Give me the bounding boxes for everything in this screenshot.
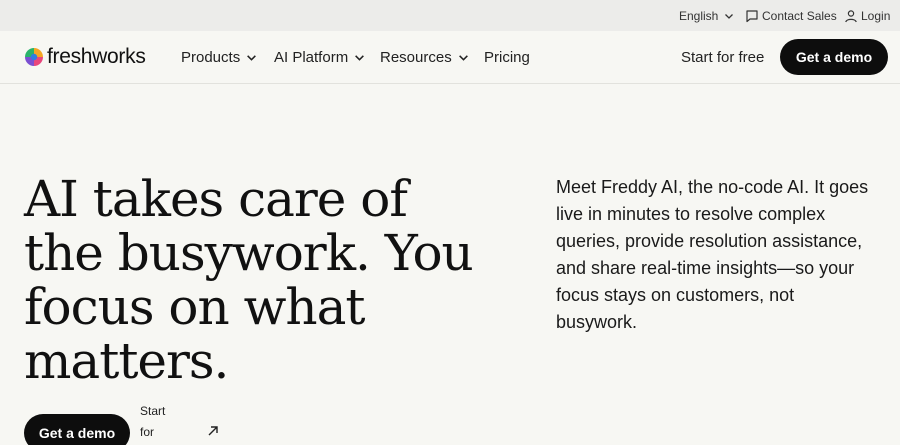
nav-item-label: Resources	[380, 49, 452, 66]
hero-title-line: matters.	[24, 332, 229, 390]
hero-title: AI takes care of the busywork. You focus…	[24, 172, 524, 388]
hero-title-line: focus on what	[24, 278, 365, 336]
login-label: Login	[861, 8, 891, 23]
freshworks-logo[interactable]: freshworks	[24, 45, 146, 68]
hero-start-for-free-link[interactable]: Start for	[140, 401, 180, 443]
chevron-down-icon	[725, 13, 734, 19]
hero-get-a-demo-button[interactable]: Get a demo	[24, 414, 130, 445]
hero-description: Meet Freddy AI, the no-code AI. It goes …	[556, 177, 869, 332]
user-icon	[845, 9, 857, 22]
language-selector[interactable]: English	[679, 0, 734, 31]
get-a-demo-button[interactable]: Get a demo	[780, 39, 888, 75]
cta-start-line: for	[140, 425, 155, 439]
chevron-down-icon	[247, 55, 257, 61]
nav-item-label: AI Platform	[274, 49, 349, 66]
nav-item-ai-platform[interactable]: AI Platform	[274, 31, 365, 84]
login-link[interactable]: Login	[844, 0, 890, 31]
chevron-down-icon	[355, 55, 365, 61]
utility-bar: English Contact Sales Login	[0, 0, 900, 31]
cta-start-line: Start	[140, 404, 166, 418]
nav-item-label: Products	[181, 49, 241, 66]
nav-item-resources[interactable]: Resources	[380, 31, 469, 84]
contact-sales-label: Contact Sales	[762, 8, 837, 23]
start-for-free-link[interactable]: Start for free	[681, 31, 764, 84]
nav-item-products[interactable]: Products	[181, 31, 257, 84]
arrow-up-right-icon[interactable]	[206, 424, 220, 438]
logo-text: freshworks	[47, 45, 146, 68]
freshworks-logo-icon	[25, 48, 43, 66]
nav-item-label: Pricing	[484, 49, 530, 66]
hero-title-line: the busywork. You	[24, 224, 474, 282]
main-navigation: freshworks Products AI Platform Resource…	[0, 31, 900, 84]
contact-sales-link[interactable]: Contact Sales	[745, 0, 837, 31]
chevron-down-icon	[458, 55, 468, 61]
language-label: English	[679, 8, 719, 23]
nav-item-pricing[interactable]: Pricing	[484, 31, 530, 84]
chat-bubble-icon	[746, 9, 758, 22]
hero-title-line: AI takes care of	[24, 170, 408, 228]
